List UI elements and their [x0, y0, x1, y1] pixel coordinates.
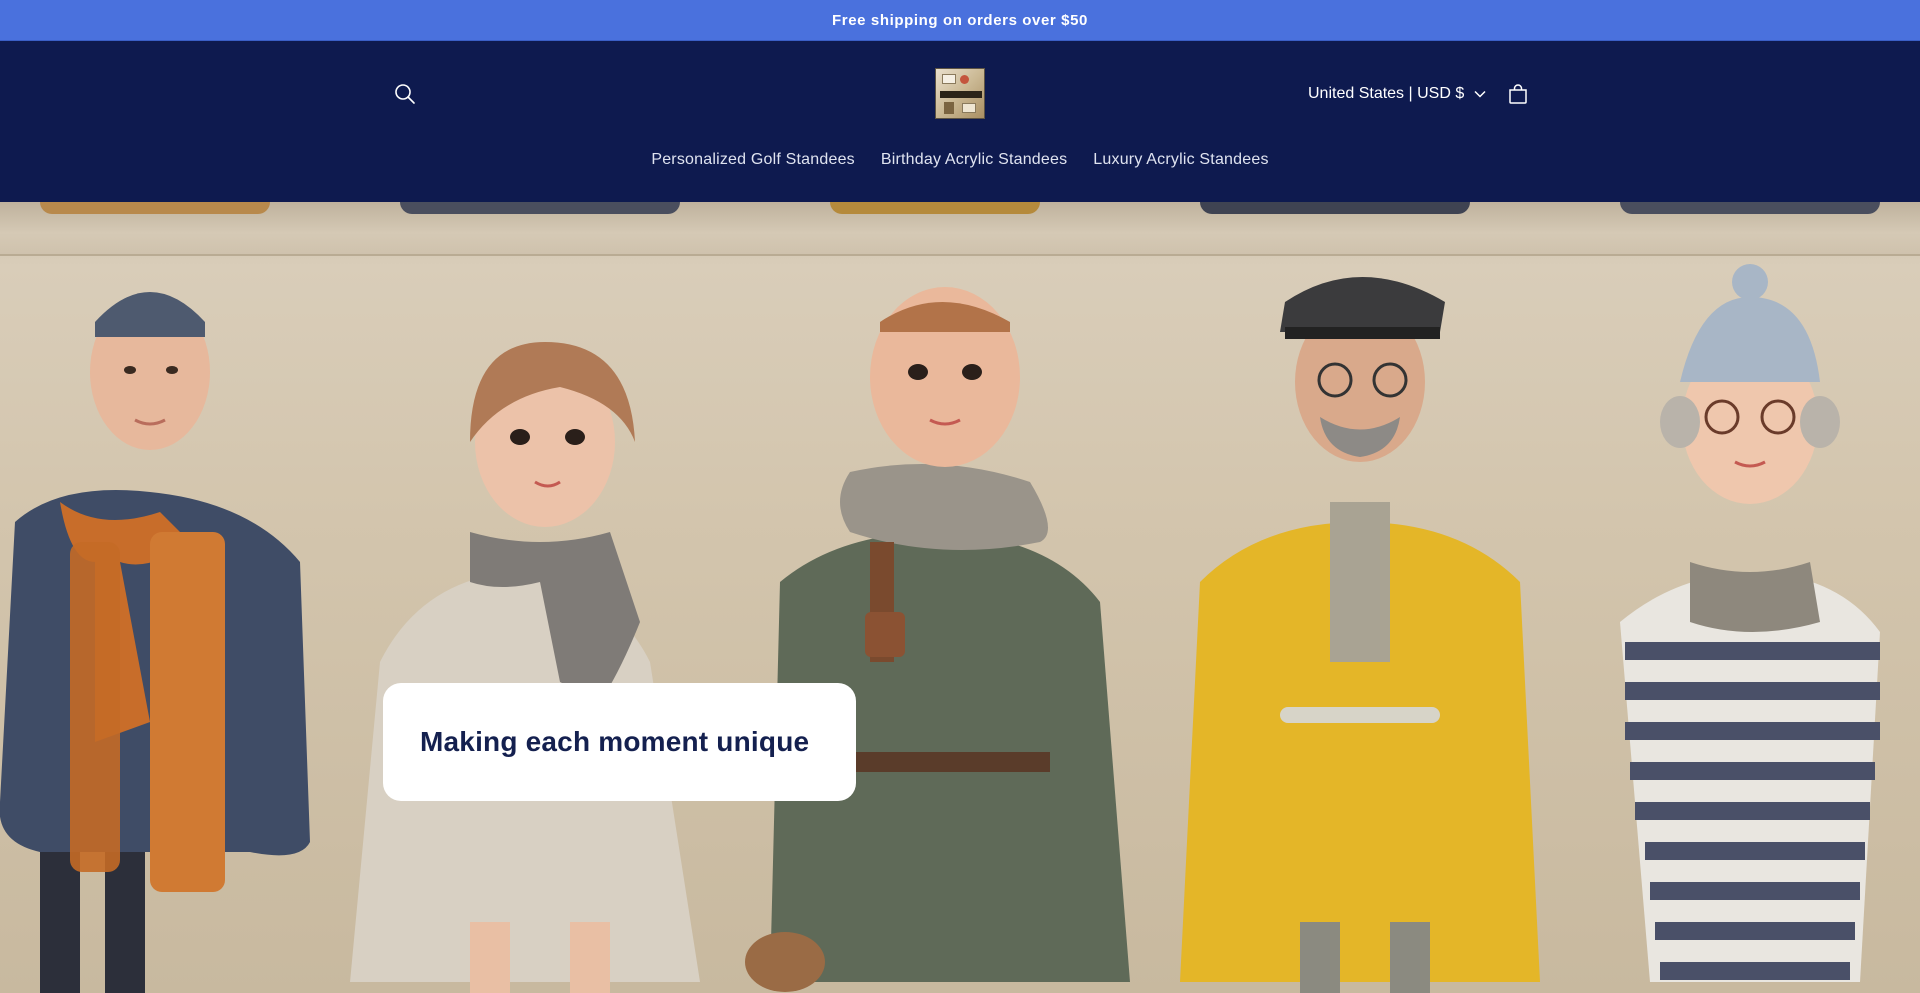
announcement-text: Free shipping on orders over $50: [832, 11, 1088, 29]
hero-banner: Making each moment unique: [0, 202, 1920, 993]
store-logo[interactable]: [935, 68, 985, 119]
chevron-down-icon: [1474, 90, 1486, 98]
announcement-bar: Free shipping on orders over $50: [0, 0, 1920, 41]
hero-text-card: Making each moment unique: [383, 683, 856, 801]
nav-item-luxury-acrylic-standees[interactable]: Luxury Acrylic Standees: [1093, 147, 1268, 173]
figurine-yellow-coat: [1180, 277, 1540, 993]
search-icon: [395, 84, 415, 104]
country-currency-label: United States | USD $: [1308, 85, 1465, 102]
main-nav: Personalized Golf Standees Birthday Acry…: [0, 145, 1920, 175]
site-header: United States | USD $ Personalized Golf …: [0, 41, 1920, 202]
hero-heading: Making each moment unique: [420, 726, 810, 757]
figurine-green-coat: [745, 287, 1130, 992]
figurine-grey-scarf: [350, 342, 700, 993]
cart-icon: [1509, 84, 1527, 104]
nav-item-birthday-acrylic-standees[interactable]: Birthday Acrylic Standees: [881, 147, 1067, 173]
nav-item-personalized-golf-standees[interactable]: Personalized Golf Standees: [651, 147, 855, 173]
cart-button[interactable]: [1503, 79, 1533, 109]
figurine-orange-scarf: [0, 292, 310, 993]
hero-image: [0, 264, 1880, 993]
figurine-striped-dress: [1620, 264, 1880, 982]
search-button[interactable]: [390, 79, 420, 109]
country-currency-selector[interactable]: United States | USD $: [1308, 79, 1486, 109]
